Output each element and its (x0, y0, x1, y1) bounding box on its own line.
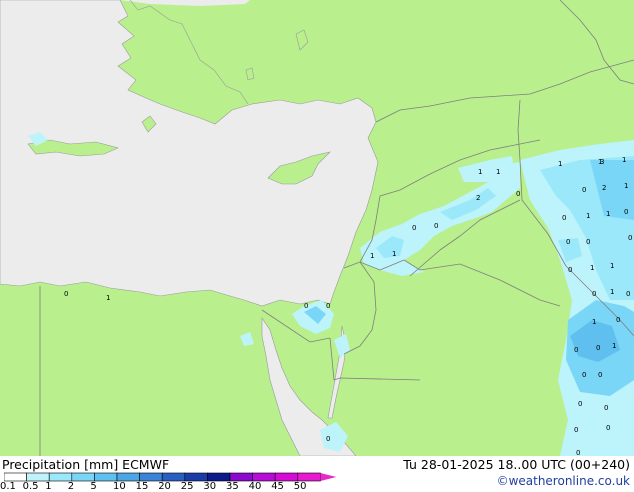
scale-swatch (139, 472, 163, 482)
scale-swatch (252, 472, 276, 482)
precip-value: 0 (64, 290, 68, 298)
scale-swatch (161, 472, 186, 482)
scale-label: 0.1 (0, 481, 16, 492)
precip-value: 0 (598, 371, 602, 379)
scale-swatch (229, 472, 253, 482)
precip-value: 0 (574, 346, 578, 354)
scale-swatch (297, 472, 321, 482)
precip-value: 1 (610, 288, 614, 296)
credit-link[interactable]: ©weatheronline.co.uk (497, 474, 630, 488)
precip-value: 0 (304, 302, 308, 310)
precip-value: 0 (628, 234, 632, 242)
precip-value: 0 (412, 224, 416, 232)
scale-label: 35 (226, 481, 239, 492)
scale-label: 40 (248, 481, 262, 492)
scale-swatch (48, 472, 73, 482)
precip-value: 0 (582, 186, 586, 194)
scale-swatch (4, 472, 27, 482)
scale-swatch (94, 472, 118, 482)
scale-label: 0.5 (22, 481, 39, 492)
precip-value: 0 (326, 302, 330, 310)
scale-label: 10 (113, 481, 126, 492)
precipitation-map: 1 1 1 2 0 0 0 1 1 0 0 1 0 0 0 1 0 1 0 1 … (0, 0, 634, 456)
forecast-datetime: Tu 28-01-2025 18..00 UTC (00+240) (403, 457, 630, 472)
scale-label: 25 (180, 481, 194, 492)
precip-value: 0 (562, 214, 566, 222)
precip-value: 1 (606, 210, 610, 218)
precip-value: 0 (516, 190, 520, 198)
precip-value: 0 (566, 238, 570, 246)
precip-value: 0 (576, 449, 580, 456)
precip-value: 0 (578, 400, 582, 408)
precip-value: 0 (582, 371, 586, 379)
scale-label: 50 (293, 481, 307, 492)
precip-value: 0 (626, 290, 630, 298)
map-view: 1 1 1 2 0 0 0 1 1 0 0 1 0 0 0 1 0 1 0 1 … (0, 0, 634, 492)
scale-label: 45 (271, 481, 284, 492)
precip-value: 1 (612, 342, 616, 350)
precip-value: 1 (496, 168, 500, 176)
scale-label: 1 (45, 481, 52, 492)
chart-title: Precipitation [mm] ECMWF (2, 457, 170, 472)
precip-value: 2 (602, 184, 606, 192)
precip-value: 0 (574, 426, 578, 434)
precip-value: 1 (478, 168, 482, 176)
scale-label: 15 (135, 481, 149, 492)
precip-value: 0 (434, 222, 438, 230)
scale-arrow (320, 473, 337, 481)
scale-swatch (26, 472, 50, 482)
precip-value: 1 (590, 264, 594, 272)
precip-value: 3 (600, 158, 604, 166)
precip-value: 0 (604, 404, 608, 412)
scale-swatch (207, 472, 231, 482)
precip-value: 0 (616, 316, 620, 324)
precip-value: 1 (370, 252, 374, 260)
map-footer: Precipitation [mm] ECMWF Tu 28-01-2025 1… (0, 456, 634, 492)
precip-value: 0 (624, 208, 628, 216)
precip-value: 1 (624, 182, 628, 190)
precip-value: 0 (326, 435, 330, 443)
scale-label: 30 (203, 481, 217, 492)
precip-value: 1 (558, 160, 562, 168)
scale-swatch (184, 472, 208, 482)
precip-value: 1 (622, 156, 626, 164)
scale-label: 20 (158, 481, 171, 492)
precip-value: 0 (568, 266, 572, 274)
precip-value: 1 (610, 262, 614, 270)
precip-value: 2 (476, 194, 480, 202)
scale-swatch (274, 472, 299, 482)
precip-value: 1 (392, 250, 396, 258)
precip-value: 0 (596, 344, 600, 352)
scale-swatch (116, 472, 140, 482)
precip-value: 1 (586, 212, 590, 220)
precip-value: 1 (592, 318, 596, 326)
precip-value: 0 (586, 238, 590, 246)
scale-label: 5 (90, 481, 97, 492)
precip-value: 0 (606, 424, 610, 432)
scale-swatch (71, 472, 95, 482)
precip-value: 1 (106, 294, 110, 302)
scale-label: 2 (67, 481, 75, 492)
precip-value: 0 (592, 290, 596, 298)
